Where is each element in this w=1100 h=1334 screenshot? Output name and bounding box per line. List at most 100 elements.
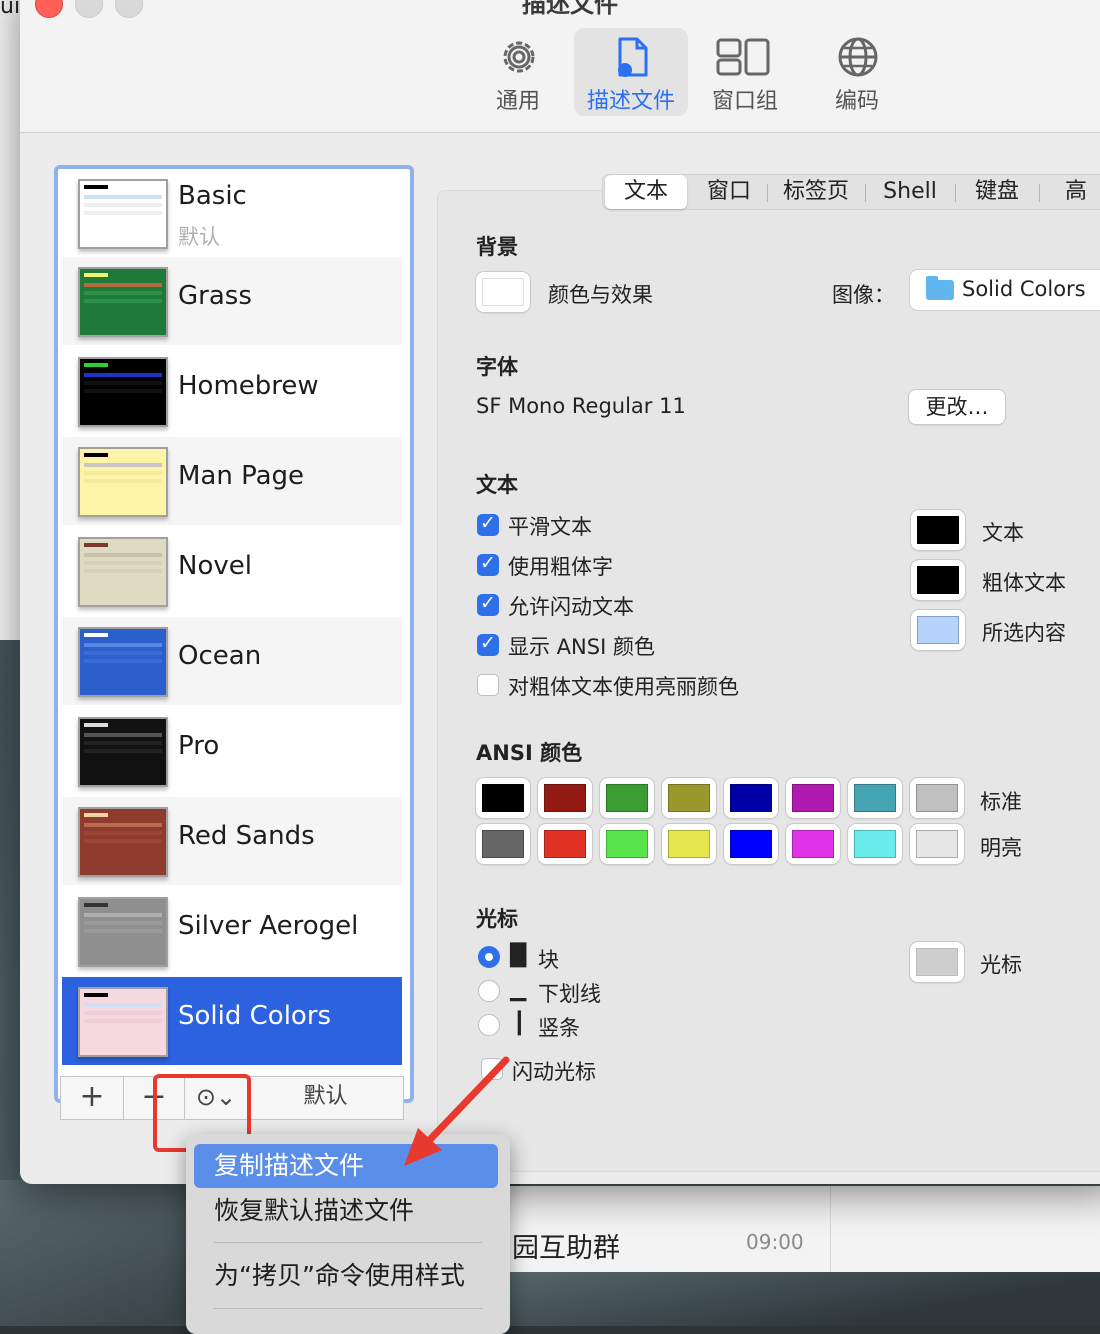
ansi-normal-color-well-0[interactable] (476, 778, 530, 818)
profile-list[interactable]: Basic 默认 Grass Homebrew Man Page Novel O… (54, 165, 414, 1103)
wallpaper-ridge (500, 1270, 1100, 1326)
titlebar: 描述文件 通用 描述文件 窗口组 编码 (20, 0, 1100, 133)
bright-bold-checkbox[interactable] (477, 674, 499, 696)
cursor-color-well[interactable] (910, 942, 964, 982)
color-effects-label: 颜色与效果 (548, 283, 653, 307)
profile-name: Novel (178, 551, 252, 581)
color-fill (606, 830, 648, 858)
toolbar-profiles-label: 描述文件 (586, 89, 675, 114)
bold-font-label: 使用粗体字 (508, 555, 613, 579)
toolbar-profiles[interactable]: 描述文件 (574, 28, 688, 116)
ansi-bright-color-well-6[interactable] (848, 824, 902, 864)
tab-shell[interactable]: Shell (867, 175, 953, 209)
menu-item-use-settings-for-copy[interactable]: 为“拷贝”命令使用样式 (194, 1254, 498, 1298)
ansi-normal-color-well-2[interactable] (600, 778, 654, 818)
smooth-text-checkbox[interactable] (477, 512, 499, 536)
color-fill (792, 830, 834, 858)
terminal-settings-window: 描述文件 通用 描述文件 窗口组 编码 Basic 默认 Grass Homeb… (20, 0, 1100, 1184)
profile-actions-menu: 复制描述文件 恢复默认描述文件 为“拷贝”命令使用样式 (186, 1134, 510, 1334)
ansi-normal-color-well-3[interactable] (662, 778, 716, 818)
profile-name: Solid Colors (178, 1001, 332, 1031)
profile-row-ocean[interactable]: Ocean (62, 617, 402, 705)
tab-keyboard[interactable]: 键盘 (957, 175, 1037, 209)
blink-text-label: 允许闪动文本 (508, 595, 634, 619)
blink-text-checkbox[interactable] (477, 592, 499, 616)
background-color-well[interactable] (476, 272, 530, 312)
ansi-bright-color-well-7[interactable] (910, 824, 964, 864)
tab-advanced[interactable]: 高 (1041, 175, 1100, 209)
cursor-underline-glyph: ▁ (510, 977, 527, 1001)
selection-color-label: 所选内容 (982, 621, 1066, 645)
color-fill (854, 830, 896, 858)
bold-font-checkbox[interactable] (477, 552, 499, 576)
ansi-bright-color-well-0[interactable] (476, 824, 530, 864)
cursor-block-label: 块 (538, 948, 559, 972)
toolbar-window-groups[interactable]: 窗口组 (688, 28, 802, 116)
background-heading: 背景 (476, 235, 518, 259)
color-fill (668, 830, 710, 858)
cursor-bar-radio[interactable] (478, 1014, 500, 1036)
cursor-heading: 光标 (476, 907, 518, 931)
bold-text-color-well[interactable] (911, 560, 965, 600)
selection-color-well[interactable] (911, 610, 965, 650)
chat-name[interactable]: 园互助群 (512, 1226, 620, 1265)
profile-name: Silver Aerogel (178, 911, 359, 941)
profile-row-novel[interactable]: Novel (62, 527, 402, 615)
ansi-bright-color-well-5[interactable] (786, 824, 840, 864)
toolbar-general[interactable]: 通用 (461, 28, 575, 116)
font-heading: 字体 (476, 355, 518, 379)
profile-thumbnail (78, 627, 168, 697)
profile-row-red-sands[interactable]: Red Sands (62, 797, 402, 885)
ansi-normal-color-well-6[interactable] (848, 778, 902, 818)
image-popup[interactable]: Solid Colors (910, 270, 1100, 310)
cursor-block-radio[interactable] (478, 946, 500, 968)
add-profile-button[interactable]: + (61, 1077, 123, 1119)
divider (830, 1186, 831, 1272)
ansi-normal-color-well-5[interactable] (786, 778, 840, 818)
color-fill (606, 784, 648, 812)
color-fill (482, 830, 524, 858)
profile-row-homebrew[interactable]: Homebrew (62, 347, 402, 435)
color-fill (916, 784, 958, 812)
set-default-button[interactable]: 默认 (248, 1077, 403, 1119)
profile-row-grass[interactable]: Grass (62, 257, 402, 345)
ansi-bright-color-well-3[interactable] (662, 824, 716, 864)
menu-item-restore-default-profiles[interactable]: 恢复默认描述文件 (194, 1189, 498, 1233)
ansi-normal-label: 标准 (980, 790, 1022, 814)
ansi-normal-color-well-7[interactable] (910, 778, 964, 818)
desktop-edge (0, 0, 20, 640)
folder-icon (926, 276, 954, 300)
tab-tabs[interactable]: 标签页 (769, 175, 863, 209)
profile-row-silver-aerogel[interactable]: Silver Aerogel (62, 887, 402, 975)
ansi-bright-color-well-2[interactable] (600, 824, 654, 864)
color-fill (854, 784, 896, 812)
toolbar-encoding[interactable]: 编码 (800, 28, 914, 116)
tab-bar: 文本 窗口 标签页 Shell 键盘 高 (602, 174, 1100, 210)
chat-time: 09:00 (746, 1230, 804, 1254)
ansi-normal-color-well-4[interactable] (724, 778, 778, 818)
profile-row-basic[interactable]: Basic 默认 (62, 169, 402, 257)
tab-text[interactable]: 文本 (605, 175, 687, 209)
color-fill (544, 830, 586, 858)
image-value: Solid Colors (962, 277, 1086, 301)
ansi-bright-color-well-4[interactable] (724, 824, 778, 864)
ansi-bright-color-well-1[interactable] (538, 824, 592, 864)
profile-row-pro[interactable]: Pro (62, 707, 402, 795)
ansi-normal-color-well-1[interactable] (538, 778, 592, 818)
blink-cursor-checkbox[interactable] (481, 1058, 503, 1080)
ansi-colors-checkbox[interactable] (477, 632, 499, 656)
profile-document-icon (618, 37, 648, 77)
cursor-bar-glyph: ┃ (513, 1011, 526, 1035)
text-color-well[interactable] (911, 510, 965, 550)
profile-thumbnail (78, 357, 168, 427)
profile-thumbnail (78, 717, 168, 787)
background-chat-window[interactable]: 园互助群 09:00 (500, 1186, 1100, 1272)
profile-row-man-page[interactable]: Man Page (62, 437, 402, 525)
change-font-button[interactable]: 更改… (909, 390, 1005, 424)
tab-window[interactable]: 窗口 (693, 175, 765, 209)
cursor-underline-radio[interactable] (478, 980, 500, 1002)
menu-item-duplicate-profile[interactable]: 复制描述文件 (194, 1144, 498, 1188)
profile-row-solid-colors[interactable]: Solid Colors (62, 977, 402, 1065)
profile-thumbnail (78, 179, 168, 249)
profile-name: Grass (178, 281, 252, 311)
